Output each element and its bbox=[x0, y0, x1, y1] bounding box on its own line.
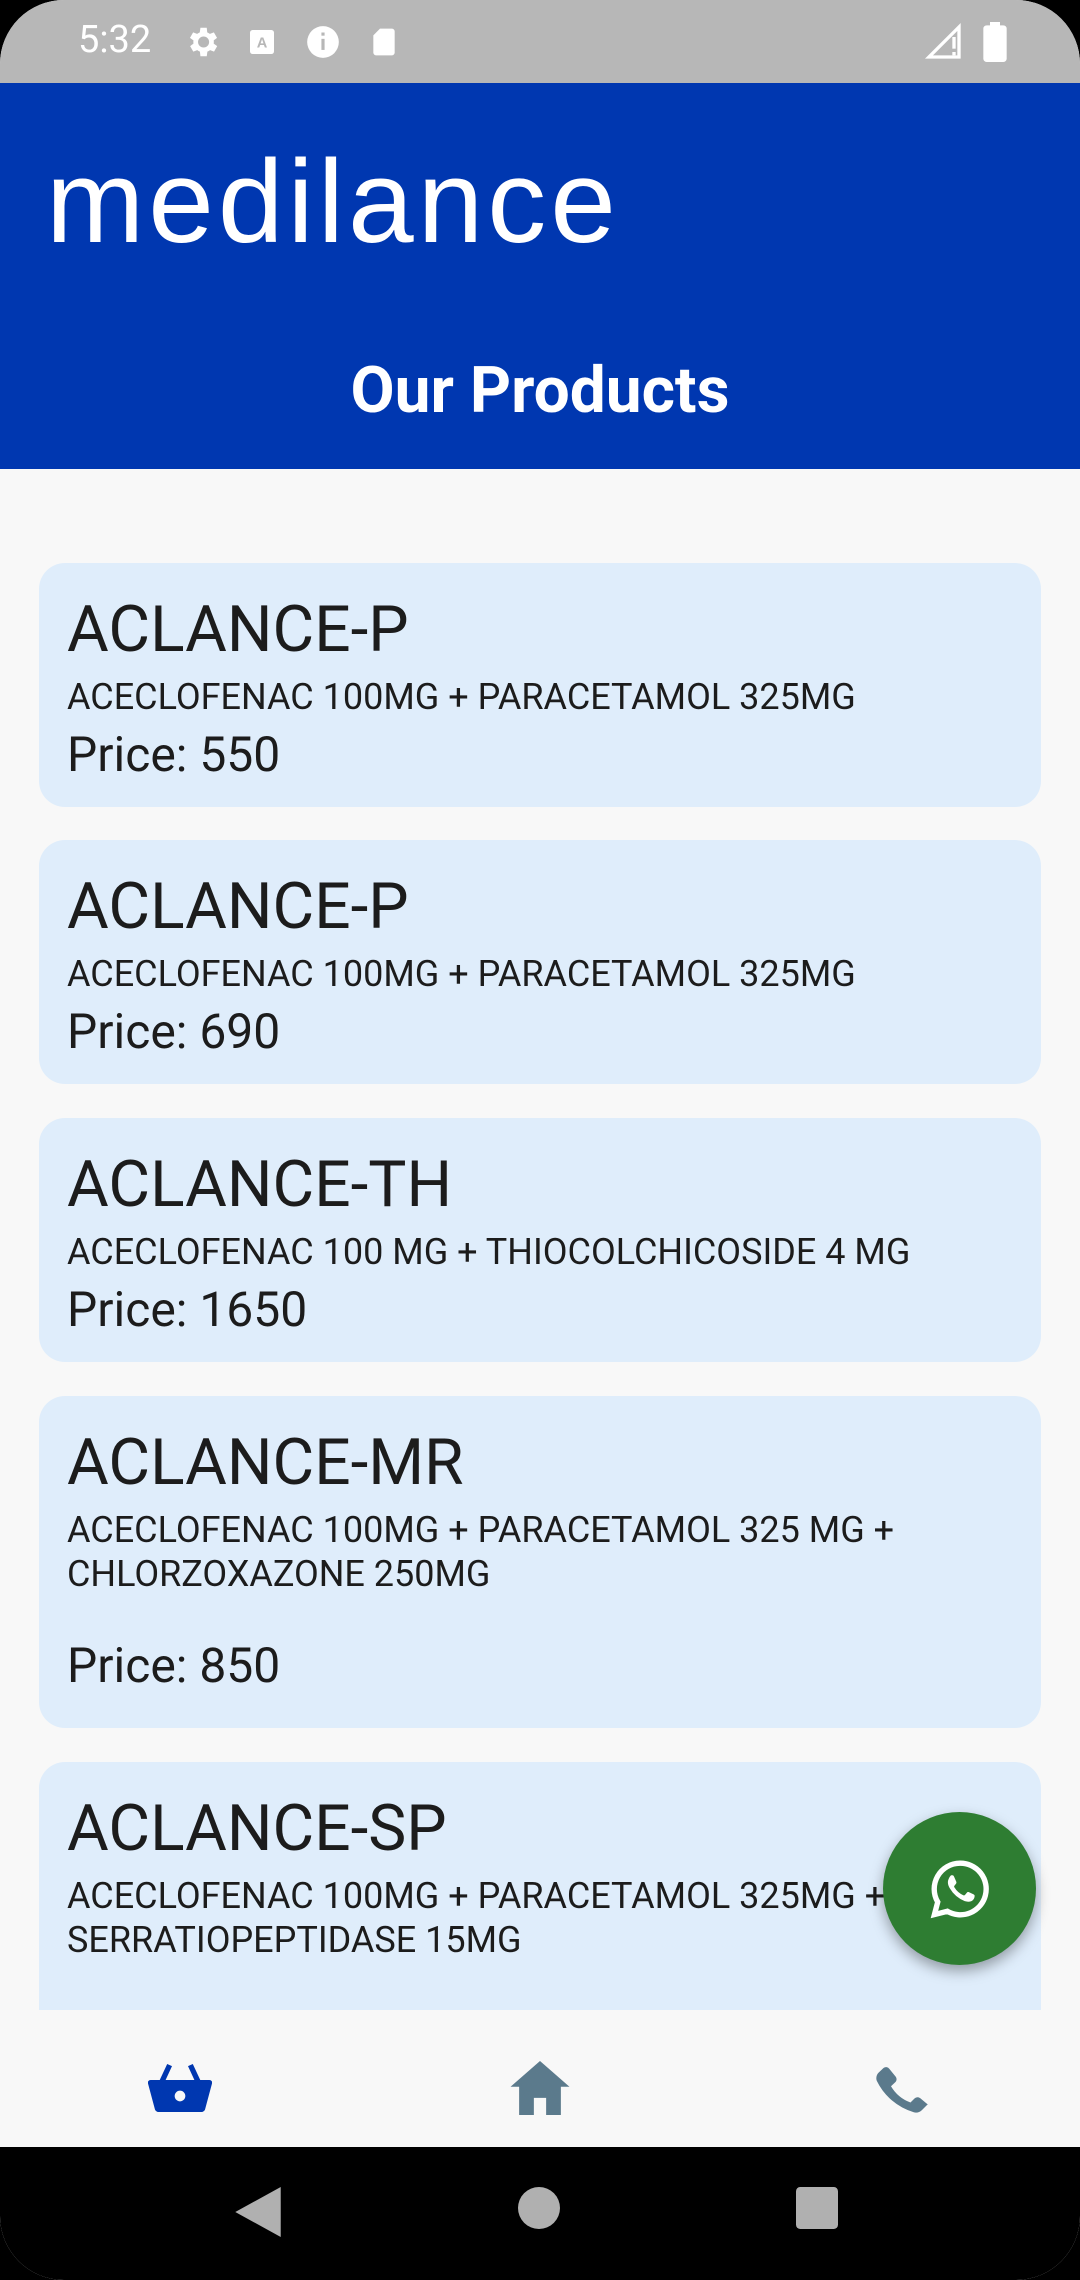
product-card[interactable]: ACLANCE-P ACECLOFENAC 100MG + PARACETAMO… bbox=[39, 563, 1041, 807]
app-screen: 5:32 A medilance Our Products ACLANCE-P … bbox=[0, 0, 1080, 2280]
product-price: Price: 850 bbox=[67, 1637, 281, 1694]
back-icon[interactable] bbox=[235, 2187, 281, 2237]
product-name: ACLANCE-SP bbox=[67, 1791, 447, 1866]
battery-icon bbox=[983, 22, 1007, 62]
svg-text:A: A bbox=[257, 35, 268, 51]
status-bar: 5:32 A bbox=[0, 0, 1080, 83]
product-composition: ACECLOFENAC 100 MG + THIOCOLCHICOSIDE 4 … bbox=[67, 1231, 911, 1273]
product-price: Price: 1650 bbox=[67, 1281, 308, 1338]
gear-icon bbox=[189, 27, 218, 57]
bottom-nav bbox=[0, 2010, 1080, 2147]
product-card[interactable]: ACLANCE-TH ACECLOFENAC 100 MG + THIOCOLC… bbox=[39, 1118, 1041, 1362]
page-title: Our Products bbox=[350, 353, 730, 428]
basket-icon bbox=[148, 2064, 212, 2112]
product-composition: ACECLOFENAC 100MG + PARACETAMOL 325 MG +… bbox=[67, 1509, 895, 1595]
product-list[interactable]: ACLANCE-P ACECLOFENAC 100MG + PARACETAMO… bbox=[0, 469, 1080, 2010]
nav-call[interactable] bbox=[860, 2048, 940, 2128]
product-name: ACLANCE-MR bbox=[67, 1425, 464, 1500]
product-composition: ACECLOFENAC 100MG + PARACETAMOL 325MG bbox=[67, 953, 856, 995]
app-logo: medilance bbox=[46, 136, 620, 268]
font-icon: A bbox=[250, 30, 274, 54]
whatsapp-icon bbox=[930, 1860, 989, 1918]
info-icon bbox=[307, 26, 339, 58]
product-name: ACLANCE-TH bbox=[67, 1147, 453, 1222]
home-icon bbox=[510, 2061, 570, 2115]
product-card[interactable]: ACLANCE-P ACECLOFENAC 100MG + PARACETAMO… bbox=[39, 840, 1041, 1084]
signal-icon bbox=[924, 22, 961, 59]
product-card[interactable]: ACLANCE-MR ACECLOFENAC 100MG + PARACETAM… bbox=[39, 1396, 1041, 1728]
nav-products[interactable] bbox=[140, 2048, 220, 2128]
recents-icon[interactable] bbox=[796, 2187, 838, 2229]
product-composition: ACECLOFENAC 100MG + PARACETAMOL 325MG + … bbox=[67, 1875, 886, 1961]
app-header: medilance Our Products bbox=[0, 83, 1080, 469]
product-price: Price: 550 bbox=[67, 726, 281, 783]
sd-card-icon bbox=[373, 28, 395, 56]
system-nav-bar bbox=[0, 2147, 1080, 2280]
product-name: ACLANCE-P bbox=[67, 592, 409, 667]
nav-home[interactable] bbox=[500, 2048, 580, 2128]
product-price: Price: 690 bbox=[67, 1003, 281, 1060]
home-circle-icon[interactable] bbox=[518, 2187, 560, 2229]
whatsapp-button[interactable] bbox=[883, 1812, 1036, 1965]
phone-icon bbox=[876, 2067, 928, 2113]
status-time: 5:32 bbox=[78, 18, 152, 62]
product-name: ACLANCE-P bbox=[67, 869, 409, 944]
product-composition: ACECLOFENAC 100MG + PARACETAMOL 325MG bbox=[67, 676, 856, 718]
